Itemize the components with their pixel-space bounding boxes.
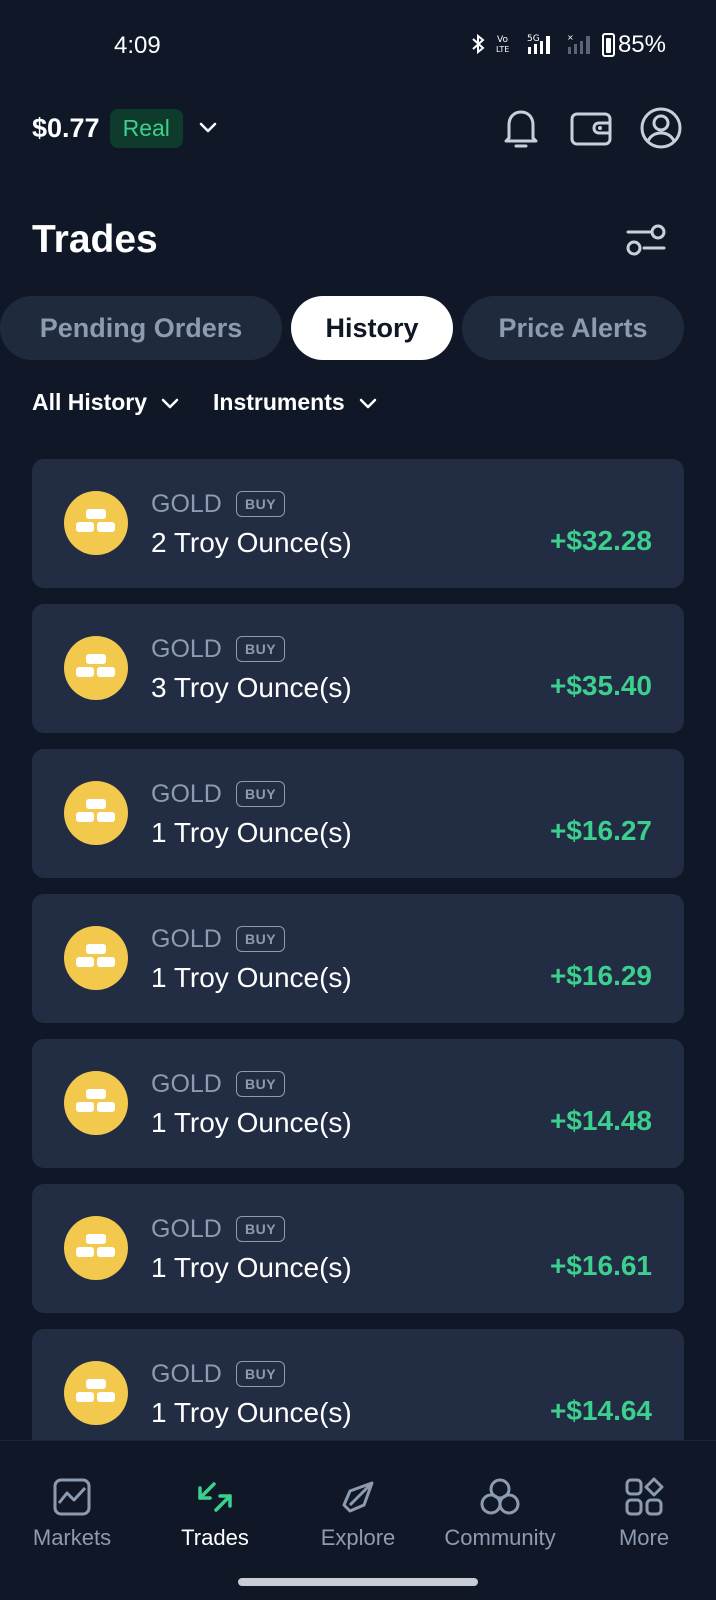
signal-5g-icon: 5G (524, 32, 558, 58)
trade-pnl: +$16.27 (550, 815, 652, 846)
trade-card[interactable]: GOLD BUY 3 Troy Ounce(s) +$35.40 (32, 604, 684, 733)
history-filter-label: All History (32, 388, 148, 415)
side-badge: BUY (236, 781, 286, 807)
svg-text:LTE: LTE (496, 45, 509, 54)
instruments-filter-label: Instruments (213, 388, 345, 415)
trade-pnl: +$32.28 (550, 525, 652, 556)
bottom-navigation: Markets Trades Explore Community More (0, 1440, 716, 1568)
compass-icon (336, 1475, 380, 1519)
trade-quantity: 1 Troy Ounce(s) (151, 962, 352, 993)
svg-text:Vo: Vo (497, 35, 508, 45)
chart-icon (50, 1475, 94, 1519)
nav-community[interactable]: Community (425, 1441, 575, 1569)
nav-label: Community (444, 1525, 556, 1550)
trade-quantity: 1 Troy Ounce(s) (151, 1107, 352, 1138)
svg-text:5G: 5G (527, 34, 540, 44)
gold-bars-icon (64, 636, 128, 700)
profile-icon[interactable] (638, 105, 684, 151)
side-badge: BUY (236, 926, 286, 952)
trade-pnl: +$35.40 (550, 670, 652, 701)
page-title: Trades (32, 218, 158, 261)
community-icon (478, 1475, 522, 1519)
trade-pnl: +$14.48 (550, 1105, 652, 1136)
trade-quantity: 1 Troy Ounce(s) (151, 1252, 352, 1283)
grid-icon (622, 1475, 666, 1519)
gold-bars-icon (64, 926, 128, 990)
nav-trades[interactable]: Trades (155, 1441, 275, 1569)
tab-price-alerts[interactable]: Price Alerts (462, 296, 684, 360)
instruments-filter-dropdown[interactable]: Instruments (213, 389, 377, 416)
nav-explore[interactable]: Explore (298, 1441, 418, 1569)
instrument-name: GOLD (151, 780, 222, 808)
gold-bars-icon (64, 1216, 128, 1280)
battery-level: 85% (617, 31, 666, 58)
battery-indicator: 85% (601, 31, 666, 59)
account-balance[interactable]: $0.77 (32, 113, 100, 144)
tab-history[interactable]: History (291, 296, 453, 360)
volte-icon: Vo LTE (495, 33, 517, 57)
trade-quantity: 1 Troy Ounce(s) (151, 817, 352, 848)
instrument-name: GOLD (151, 1070, 222, 1098)
trade-quantity: 3 Troy Ounce(s) (151, 672, 352, 703)
top-actions (498, 105, 684, 151)
trade-card[interactable]: GOLD BUY 1 Troy Ounce(s) +$14.64 (32, 1329, 684, 1458)
gold-bars-icon (64, 1071, 128, 1135)
bell-icon[interactable] (498, 105, 544, 151)
nav-label: Explore (320, 1525, 396, 1550)
filter-row: All History Instruments (32, 384, 377, 420)
trade-tabs: Pending Orders History Price Alerts (0, 296, 716, 360)
nav-label: More (618, 1525, 670, 1550)
side-badge: BUY (236, 491, 286, 517)
trade-card[interactable]: GOLD BUY 1 Troy Ounce(s) +$16.61 (32, 1184, 684, 1313)
tab-pending-orders[interactable]: Pending Orders (0, 296, 282, 360)
gesture-bar[interactable] (238, 1578, 478, 1586)
signal-weak-icon: × (565, 32, 595, 58)
chevron-down-icon (359, 389, 377, 416)
trade-pnl: +$14.64 (550, 1395, 652, 1426)
side-badge: BUY (236, 1071, 286, 1097)
side-badge: BUY (236, 1216, 286, 1242)
gold-bars-icon (64, 1361, 128, 1425)
battery-icon (601, 33, 615, 57)
side-badge: BUY (236, 1361, 286, 1387)
trade-card[interactable]: GOLD BUY 2 Troy Ounce(s) +$32.28 (32, 459, 684, 588)
gold-bars-icon (64, 491, 128, 555)
nav-markets[interactable]: Markets (12, 1441, 132, 1569)
instrument-name: GOLD (151, 1215, 222, 1243)
account-type-badge[interactable]: Real (109, 108, 183, 148)
history-filter-dropdown[interactable]: All History (32, 389, 179, 416)
svg-text:×: × (567, 33, 574, 42)
trade-pnl: +$16.29 (550, 960, 652, 991)
nav-label: Trades (181, 1525, 249, 1550)
status-time: 4:09 (114, 32, 161, 59)
trade-history-list: GOLD BUY 2 Troy Ounce(s) +$32.28 GOLD BU… (32, 459, 684, 1474)
instrument-name: GOLD (151, 925, 222, 953)
status-bar: 4:09 Vo LTE 5G × 85% (0, 0, 716, 90)
instrument-name: GOLD (151, 1360, 222, 1388)
chevron-down-icon (161, 389, 179, 416)
side-badge: BUY (236, 636, 286, 662)
trade-card[interactable]: GOLD BUY 1 Troy Ounce(s) +$14.48 (32, 1039, 684, 1168)
status-icons: Vo LTE 5G × 85% (470, 30, 666, 60)
top-bar: $0.77 Real (32, 105, 684, 151)
bluetooth-icon (470, 33, 488, 57)
trade-card[interactable]: GOLD BUY 1 Troy Ounce(s) +$16.29 (32, 894, 684, 1023)
trade-quantity: 2 Troy Ounce(s) (151, 527, 352, 558)
nav-more[interactable]: More (584, 1441, 704, 1569)
trade-card[interactable]: GOLD BUY 1 Troy Ounce(s) +$16.27 (32, 749, 684, 878)
trades-arrows-icon (193, 1475, 237, 1519)
instrument-name: GOLD (151, 490, 222, 518)
trade-quantity: 1 Troy Ounce(s) (151, 1397, 352, 1428)
chevron-down-icon[interactable] (197, 117, 219, 139)
gold-bars-icon (64, 781, 128, 845)
filter-settings-icon[interactable] (624, 222, 668, 258)
nav-label: Markets (32, 1525, 112, 1550)
wallet-icon[interactable] (568, 105, 614, 151)
instrument-name: GOLD (151, 635, 222, 663)
trade-pnl: +$16.61 (550, 1250, 652, 1281)
